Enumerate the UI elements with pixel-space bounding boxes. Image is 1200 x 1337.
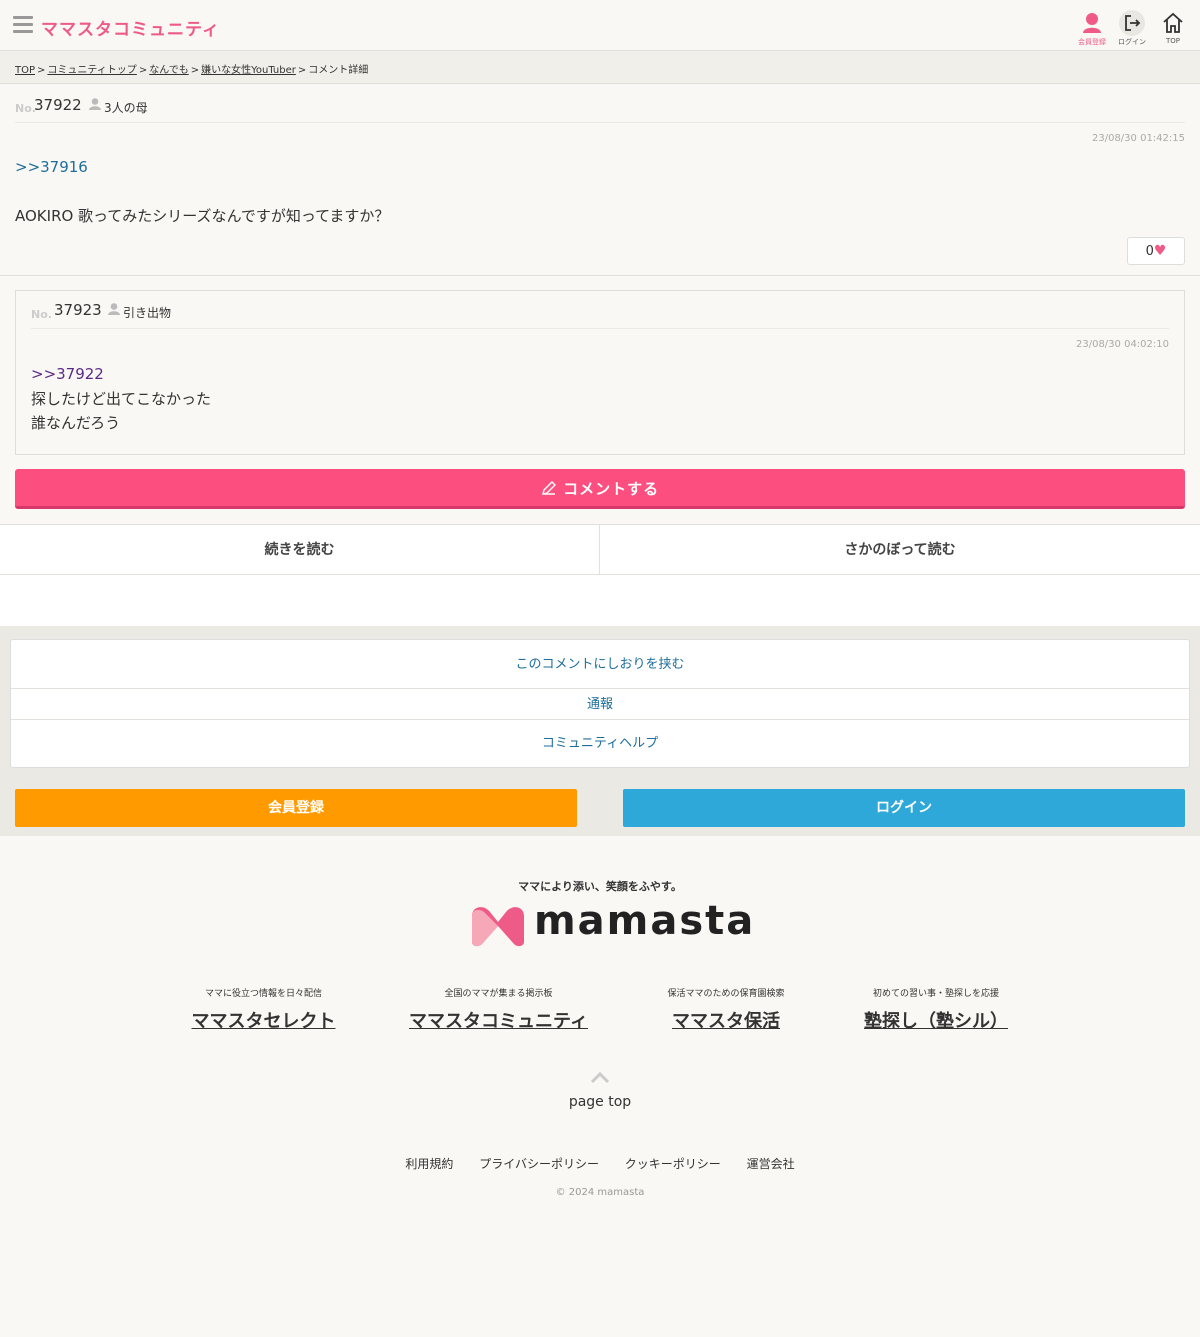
copyright: © 2024 mamasta bbox=[555, 1187, 645, 1198]
service-desc: 保活ママのための保育園検索 bbox=[667, 989, 785, 999]
breadcrumb-thread[interactable]: 嫌いな女性YouTuber bbox=[201, 65, 296, 76]
reply-comment-number: 37923 bbox=[54, 301, 102, 319]
reply-comment-header: No. 37923 引き出物 bbox=[31, 301, 1169, 329]
service-jukushiru: 初めての習い事・塾探しを応援 塾探し（塾シル） bbox=[854, 986, 1018, 1033]
user-icon bbox=[1083, 13, 1101, 33]
home-icon bbox=[1163, 12, 1183, 33]
service-desc: 初めての習い事・塾探しを応援 bbox=[872, 989, 999, 999]
service-desc: ママに役立つ情報を日々配信 bbox=[204, 989, 322, 999]
service-desc: 全国のママが集まる掲示板 bbox=[444, 989, 553, 999]
reply-body-line: 探したけど出てこなかった bbox=[31, 390, 212, 408]
read-next-button[interactable]: 続きを読む bbox=[0, 525, 600, 575]
service-link-hokatsu[interactable]: ママスタ保活 bbox=[652, 1007, 800, 1033]
service-link-community[interactable]: ママスタコミュニティ bbox=[402, 1007, 595, 1033]
page-top-button[interactable]: page top bbox=[550, 1070, 650, 1110]
top-header-label: TOP bbox=[1165, 37, 1180, 45]
breadcrumb-anything[interactable]: なんでも bbox=[149, 65, 189, 76]
login-button[interactable]: ログイン bbox=[623, 789, 1185, 827]
breadcrumb: TOP > コミュニティトップ > なんでも > 嫌いな女性YouTuber > コメント詳細 bbox=[0, 51, 1200, 84]
login-header-button[interactable]: ログイン bbox=[1112, 10, 1152, 48]
comment-header: No. 37922 3人の母 bbox=[15, 96, 1185, 123]
comment-user-name: 3人の母 bbox=[104, 101, 148, 115]
reply-user-name: 引き出物 bbox=[123, 306, 172, 320]
logo-text: mamasta bbox=[534, 898, 756, 944]
service-link-jukushiru[interactable]: 塾探し（塾シル） bbox=[854, 1007, 1018, 1033]
mamasta-logo[interactable]: mamasta bbox=[468, 898, 753, 948]
read-navigation: 続きを読む さかのぼって読む bbox=[0, 524, 1200, 575]
service-select: ママに役立つ情報を日々配信 ママスタセレクト bbox=[186, 986, 341, 1033]
hamburger-menu-icon[interactable] bbox=[13, 16, 33, 33]
login-header-label: ログイン bbox=[1118, 38, 1146, 46]
reply-anchor-link[interactable]: >>37922 bbox=[31, 365, 104, 383]
service-link-select[interactable]: ママスタセレクト bbox=[186, 1007, 341, 1033]
terms-link[interactable]: 利用規約 bbox=[405, 1155, 453, 1172]
breadcrumb-top[interactable]: TOP bbox=[15, 65, 35, 76]
community-help-link[interactable]: コミュニティヘルプ bbox=[11, 720, 1189, 768]
site-title[interactable]: ママスタコミュニティ bbox=[41, 15, 220, 40]
user-icon bbox=[89, 98, 101, 110]
like-button[interactable]: 0♥ bbox=[1127, 237, 1185, 265]
top-header-button[interactable]: TOP bbox=[1153, 10, 1193, 48]
comment-number: 37922 bbox=[34, 96, 82, 114]
read-back-button[interactable]: さかのぼって読む bbox=[600, 525, 1200, 575]
reply-anchor-link[interactable]: >>37916 bbox=[15, 158, 88, 176]
mamasta-logo-mark-icon bbox=[472, 907, 524, 947]
action-menu: このコメントにしおりを挟む 通報 コミュニティヘルプ bbox=[10, 639, 1190, 768]
privacy-policy-link[interactable]: プライバシーポリシー bbox=[479, 1155, 599, 1172]
bookmark-link[interactable]: このコメントにしおりを挟む bbox=[11, 640, 1189, 689]
user-icon bbox=[108, 303, 120, 315]
main-comment: No. 37922 3人の母 23/08/30 01:42:15 >>37916… bbox=[0, 84, 1200, 276]
report-link[interactable]: 通報 bbox=[11, 689, 1189, 720]
spacer bbox=[0, 575, 1200, 626]
heart-icon: ♥ bbox=[1153, 243, 1167, 259]
register-header-button[interactable]: 会員登録 bbox=[1072, 10, 1112, 48]
breadcrumb-current: コメント詳細 bbox=[308, 65, 369, 76]
like-count: 0 bbox=[1145, 244, 1154, 259]
comment-body: AOKIRO 歌ってみたシリーズなんですが知ってますか？ bbox=[15, 207, 390, 225]
reply-no-label: No. bbox=[31, 308, 52, 321]
service-community: 全国のママが集まる掲示板 ママスタコミュニティ bbox=[402, 986, 595, 1033]
register-header-label: 会員登録 bbox=[1078, 38, 1106, 46]
footer-tagline: ママにより添い、笑顔をふやす。 bbox=[518, 880, 682, 893]
reply-comment-date: 23/08/30 04:02:10 bbox=[1075, 339, 1169, 350]
post-comment-button[interactable]: コメントする bbox=[15, 469, 1185, 509]
breadcrumb-community-top[interactable]: コミュニティトップ bbox=[47, 65, 136, 76]
footer-links: 利用規約 プライバシーポリシー クッキーポリシー 運営会社 bbox=[0, 1155, 1200, 1172]
register-button[interactable]: 会員登録 bbox=[15, 789, 577, 827]
reply-body-line: 誰なんだろう bbox=[31, 414, 121, 432]
comment-date: 23/08/30 01:42:15 bbox=[1091, 133, 1185, 144]
cookie-policy-link[interactable]: クッキーポリシー bbox=[625, 1155, 721, 1172]
action-area: このコメントにしおりを挟む 通報 コミュニティヘルプ bbox=[0, 626, 1200, 780]
reply-comment: No. 37923 引き出物 23/08/30 04:02:10 >>37922… bbox=[15, 290, 1185, 455]
chevron-up-icon bbox=[590, 1071, 610, 1084]
page-top-label: page top bbox=[568, 1094, 632, 1110]
pencil-icon bbox=[541, 481, 556, 495]
company-link[interactable]: 運営会社 bbox=[747, 1155, 795, 1172]
auth-bar: 会員登録 ログイン bbox=[0, 780, 1200, 836]
logout-arrow-icon bbox=[1119, 10, 1145, 36]
post-comment-label: コメントする bbox=[563, 480, 660, 498]
comment-no-label: No. bbox=[15, 102, 36, 115]
site-header: ママスタコミュニティ 会員登録 ログイン TOP bbox=[0, 0, 1200, 51]
service-hokatsu: 保活ママのための保育園検索 ママスタ保活 bbox=[652, 986, 800, 1033]
